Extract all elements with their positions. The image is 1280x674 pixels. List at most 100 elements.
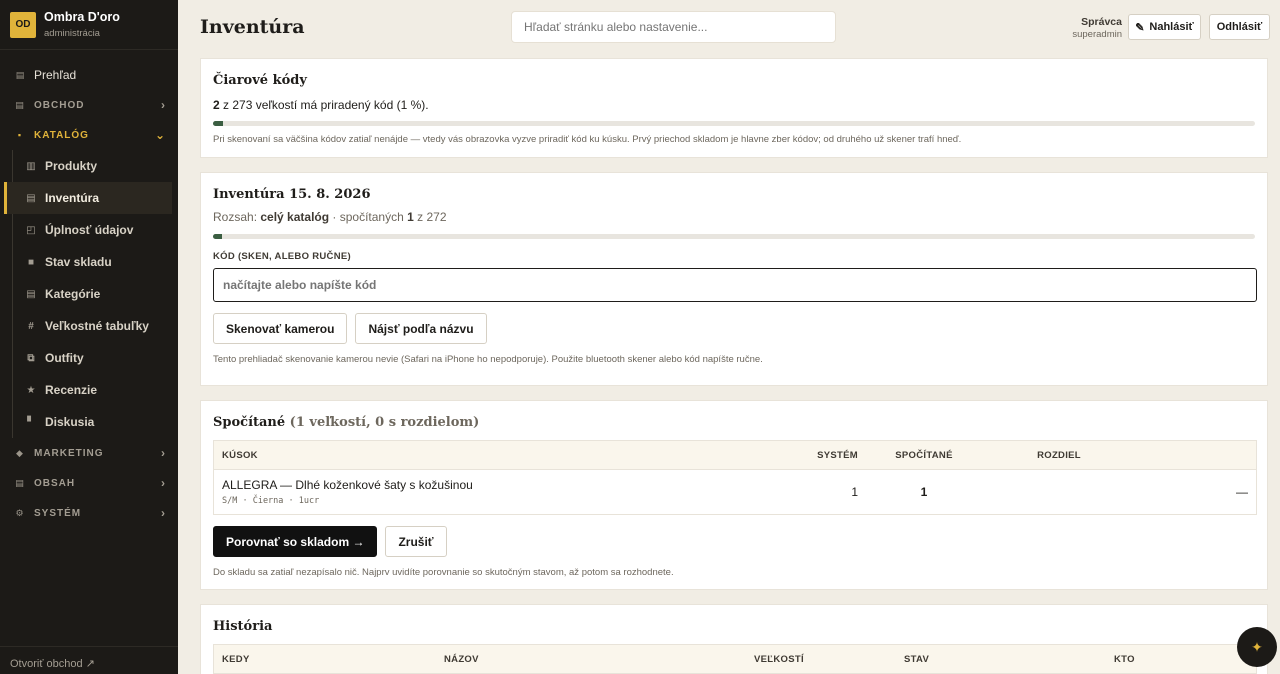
sidebar-item-label: Produkty [45,159,98,173]
sidebar: OD Ombra D'oro administrácia ▤ Prehľad ▤… [0,0,178,674]
column-state[interactable]: STAV [904,654,1114,665]
dashboard-icon: ▤ [15,69,25,80]
page-title: Inventúra [200,16,305,38]
sidebar-item-inventory[interactable]: ▤ Inventúra [4,182,172,214]
star-icon: ★ [26,384,36,396]
compare-with-stock-button[interactable]: Porovnať so skladom → [213,526,378,557]
column-item[interactable]: KÚSOK [214,450,734,461]
table-header: KÚSOK SYSTÉM SPOČÍTANÉ ROZDIEL [214,441,1256,469]
item-meta: S/M · Čierna · 1ucr [222,496,320,506]
column-system[interactable]: SYSTÉM [734,450,864,461]
counted-title: Spočítané (1 veľkostí, 0 s rozdielom) [213,415,1255,430]
counted-actions: Porovnať so skladom → Zrušiť [213,526,1255,557]
sidebar-section-label: OBSAH [34,477,76,489]
catalog-icon: ▪ [17,130,23,140]
content-icon: ▤ [15,477,25,488]
column-diff[interactable]: ROZDIEL [984,450,1134,461]
history-card: História KEDY NÁZOV VEĽKOSTÍ STAV KTO [200,604,1268,674]
sidebar-item-size-charts[interactable]: # Veľkostné tabuľky [13,310,178,342]
shop-icon: ▤ [15,99,25,110]
table-row[interactable]: ALLEGRA — Dlhé koženkové šaty s kožušino… [214,469,1256,514]
counted-table: KÚSOK SYSTÉM SPOČÍTANÉ ROZDIEL ALLEGRA —… [213,440,1257,515]
counted-title-text: Spočítané [213,415,286,430]
code-field-label: KÓD (SKEN, ALEBO RUČNE) [213,251,351,262]
sidebar-section-label: KATALÓG [34,129,89,141]
sidebar-nav: ▤ Prehľad ▤ OBCHOD › ▪ KATALÓG ⌄ ▥ Produ… [0,60,178,528]
chart-icon: ◰ [26,224,36,236]
main-content: Inventúra Správca superadmin ✎ Nahlásiť … [178,0,1280,674]
inventory-card: Inventúra 15. 8. 2026 Rozsah: celý katal… [200,172,1268,386]
sidebar-item-label: Recenzie [45,383,98,397]
sidebar-item-label: Diskusia [45,415,95,429]
sidebar-item-label: Prehľad [34,68,77,82]
scope-label: Rozsah: [213,210,261,224]
counted-card: Spočítané (1 veľkostí, 0 s rozdielom) KÚ… [200,400,1268,590]
column-counted[interactable]: SPOČÍTANÉ [864,450,984,461]
sidebar-item-label: Outfity [45,351,84,365]
inventory-title: Inventúra 15. 8. 2026 [213,187,371,202]
sidebar-item-reviews[interactable]: ★ Recenzie [13,374,178,406]
sidebar-item-data-completeness[interactable]: ◰ Úplnosť údajov [13,214,178,246]
system-cell: 1 [851,485,858,499]
scan-camera-button[interactable]: Skenovať kamerou [213,313,348,344]
counted-count: 1 [407,210,414,224]
inventory-actions: Skenovať kamerou Nájsť podľa názvu [213,313,1255,344]
report-button[interactable]: ✎ Nahlásiť [1128,14,1201,40]
scope-value: celý katalóg [260,210,330,224]
logout-button[interactable]: Odhlásiť [1209,14,1270,40]
find-by-name-button[interactable]: Nájsť podľa názvu [355,313,487,344]
topbar: Inventúra Správca superadmin ✎ Nahlásiť … [178,0,1280,56]
cancel-button[interactable]: Zrušiť [385,526,447,557]
user-info: Správca superadmin [1066,16,1122,40]
report-button-label: Nahlásiť [1149,21,1194,33]
history-table: KEDY NÁZOV VEĽKOSTÍ STAV KTO [213,644,1257,674]
open-shop-link[interactable]: Otvoriť obchod ↗ [0,646,178,674]
chevron-right-icon: › [161,506,166,520]
column-name[interactable]: NÁZOV [444,654,754,665]
grid-icon: ▥ [26,160,36,172]
chevron-down-icon: ⌄ [154,128,166,142]
column-who[interactable]: KTO [1114,654,1256,665]
inventory-progress-bar [213,234,1255,239]
history-title: História [213,619,273,634]
sidebar-section-system[interactable]: ⚙ SYSTÉM › [0,498,178,528]
brand-logo-badge: OD [10,11,36,38]
inventory-note: Tento prehliadač skenovanie kamerou nevi… [213,354,763,365]
gear-icon: ⚙ [15,507,25,518]
box-icon: ■ [27,256,35,268]
sidebar-section-content[interactable]: ▤ OBSAH › [0,468,178,498]
barcodes-title: Čiarové kódy [213,73,307,88]
sidebar-section-label: SYSTÉM [34,507,82,519]
column-when[interactable]: KEDY [214,654,444,665]
sidebar-section-marketing[interactable]: ◆ MARKETING › [0,438,178,468]
item-cell: ALLEGRA — Dlhé koženkové šaty s kožušino… [214,478,734,506]
barcodes-progress-bar [213,121,1255,126]
chevron-right-icon: › [161,446,166,460]
sidebar-section-shop[interactable]: ▤ OBCHOD › [0,90,178,120]
brand[interactable]: OD Ombra D'oro administrácia [0,0,178,50]
user-name: superadmin [1072,29,1122,40]
sidebar-item-categories[interactable]: ▤ Kategórie [13,278,178,310]
barcodes-assigned-count: 2 [213,98,220,112]
barcodes-progress-fill [213,121,224,126]
sidebar-item-label: Kategórie [45,287,101,301]
user-role: Správca [1081,16,1122,28]
sidebar-item-overview[interactable]: ▤ Prehľad [0,60,178,90]
sidebar-item-stock[interactable]: ■ Stav skladu [13,246,178,278]
folder-icon: ▤ [26,288,36,300]
sidebar-item-products[interactable]: ▥ Produkty [13,150,178,182]
brand-subtitle: administrácia [44,28,100,39]
counted-cell[interactable]: 1 [864,485,984,499]
list-icon: ▤ [26,192,36,204]
column-sizes[interactable]: VEĽKOSTÍ [754,654,904,665]
sidebar-item-discussion[interactable]: ▘ Diskusia [13,406,178,438]
code-input[interactable] [213,268,1257,302]
inventory-progress-fill [213,234,223,239]
search-input[interactable] [511,11,836,43]
sparkle-icon[interactable]: ✦ [1237,627,1277,667]
barcodes-card: Čiarové kódy 2 z 273 veľkostí má prirade… [200,58,1268,158]
chevron-right-icon: › [161,476,166,490]
sidebar-item-outfits[interactable]: ⧉ Outfity [13,342,178,374]
counted-label: · spočítaných [329,210,408,224]
sidebar-section-catalog[interactable]: ▪ KATALÓG ⌄ [0,120,178,150]
